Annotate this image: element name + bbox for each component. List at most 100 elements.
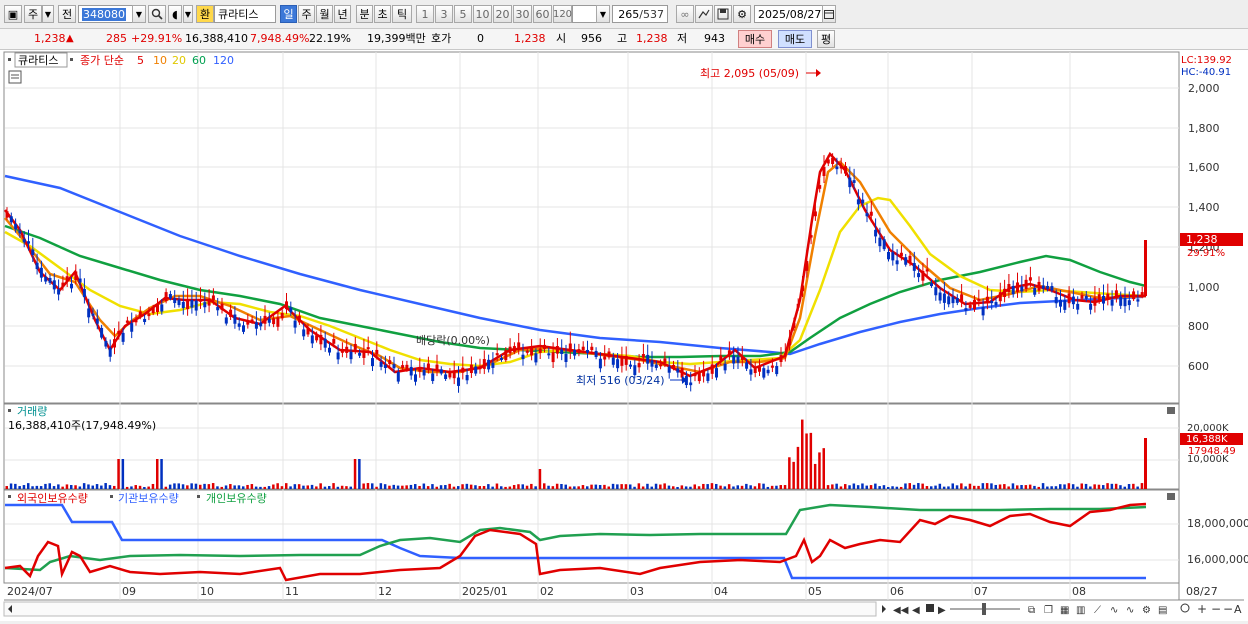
volume-bar	[1041, 483, 1045, 489]
trend-tool-icon[interactable]	[695, 5, 713, 23]
volume-bar	[641, 486, 645, 489]
volume-bar	[95, 484, 99, 489]
candle-body	[727, 350, 731, 355]
candle-body	[383, 364, 387, 369]
open-label: 시	[556, 32, 567, 45]
fx-button[interactable]: 환	[196, 5, 214, 23]
zoom-out-icon[interactable]: −	[1211, 602, 1221, 616]
candle-body	[624, 355, 628, 365]
sell-button[interactable]: 매도	[778, 30, 812, 48]
volume-bar	[525, 485, 529, 489]
zoom-in-icon[interactable]: +	[1197, 602, 1207, 616]
interval-1-label: 1	[421, 7, 429, 21]
interval-20[interactable]: 20	[493, 5, 512, 23]
speaker-dropdown-icon[interactable]: ▼	[183, 5, 193, 23]
play-icon[interactable]: ▶	[938, 605, 946, 616]
candle-body	[710, 364, 714, 374]
bar-chart-icon[interactable]: ▥	[1076, 605, 1085, 616]
volume-bar	[259, 486, 262, 489]
volume-bar	[809, 432, 813, 489]
candle-body	[783, 353, 787, 356]
print-icon[interactable]: ▤	[1158, 605, 1167, 616]
prev-button[interactable]: 전	[58, 5, 76, 23]
tab-year[interactable]: 년	[334, 5, 351, 23]
volume-bar	[242, 486, 245, 489]
interval-10[interactable]: 10	[473, 5, 492, 23]
wave-tool-icon[interactable]: ∿	[1110, 605, 1118, 616]
link-icon[interactable]: ∞	[676, 5, 694, 23]
interval-120[interactable]: 120	[553, 5, 572, 23]
candle-body	[732, 355, 736, 364]
volume-bar	[1106, 483, 1109, 489]
period-select[interactable]: 주	[24, 5, 42, 23]
legend-stock-name: 큐라티스	[18, 54, 58, 67]
tab-week[interactable]: 주	[298, 5, 315, 23]
settings-icon[interactable]: ⚙	[1142, 605, 1151, 616]
tab-minute[interactable]: 분	[356, 5, 373, 23]
rewind-icon[interactable]: ◀◀	[893, 605, 909, 616]
holdings-close-icon[interactable]	[1167, 493, 1175, 500]
candle-body	[977, 298, 981, 301]
date-input[interactable]: 2025/08/27	[754, 5, 824, 23]
line-tool-icon[interactable]: ⟋	[1094, 605, 1101, 616]
tab-day[interactable]: 일	[280, 5, 297, 23]
tab-tick[interactable]: 틱	[392, 5, 412, 23]
zoom-reduce-icon[interactable]: −	[1223, 602, 1233, 616]
volume-bar	[87, 484, 90, 489]
interval-3[interactable]: 3	[435, 5, 453, 23]
candle-body	[491, 362, 495, 368]
tab-month[interactable]: 월	[316, 5, 333, 23]
search-icon[interactable]	[148, 5, 166, 23]
volume-bar	[745, 483, 748, 489]
code-dropdown-icon[interactable]: ▼	[132, 5, 146, 23]
speaker-icon[interactable]: ◖	[168, 5, 182, 23]
candle-body	[766, 369, 770, 374]
scroll-track[interactable]	[3, 601, 877, 617]
candle-body	[57, 289, 61, 295]
scroll-right-icon[interactable]	[882, 605, 886, 613]
candle-body	[1007, 283, 1011, 293]
interval-30[interactable]: 30	[513, 5, 532, 23]
volume-close-icon[interactable]	[1167, 407, 1175, 414]
stop-icon[interactable]	[926, 604, 934, 612]
compare-icon[interactable]: ⧉	[1028, 605, 1035, 616]
price-tick: 1,400	[1188, 201, 1220, 214]
volume-bar	[1136, 486, 1139, 489]
interval-dropdown-icon[interactable]: ▼	[596, 5, 610, 23]
volume-bar	[633, 486, 636, 489]
volume-bar	[35, 485, 39, 489]
play-back-icon[interactable]: ◀	[912, 605, 920, 616]
legend-bullet-icon	[8, 58, 11, 61]
volume-bar	[100, 485, 103, 489]
interval-1[interactable]: 1	[416, 5, 434, 23]
copy-icon[interactable]: ❐	[1044, 605, 1053, 616]
data-table-icon[interactable]	[8, 70, 22, 84]
interval-5[interactable]: 5	[454, 5, 472, 23]
calendar-icon[interactable]	[822, 5, 836, 23]
buy-button[interactable]: 매수	[738, 30, 772, 48]
candle-body	[1080, 295, 1084, 299]
volume-bar	[1033, 485, 1036, 489]
tab-second[interactable]: 초	[374, 5, 391, 23]
wave-tool-2-icon[interactable]: ∿	[1126, 605, 1134, 616]
eval-button[interactable]: 평	[817, 30, 835, 48]
candle-body	[1020, 286, 1024, 292]
volume-bar	[801, 419, 804, 489]
layout-icon[interactable]: ▣	[4, 5, 22, 23]
candle-body	[237, 323, 241, 327]
save-icon[interactable]	[714, 5, 732, 23]
chevron-down-icon[interactable]: ▼	[42, 5, 54, 23]
interval-60[interactable]: 60	[533, 5, 552, 23]
volume-bar	[667, 485, 671, 489]
volume-bar	[512, 485, 516, 489]
volume-bar	[1028, 484, 1032, 489]
magnifier-icon[interactable]	[1180, 603, 1190, 613]
stock-name-field[interactable]: 큐라티스	[214, 5, 276, 23]
count-input[interactable]: 265/537	[612, 5, 668, 23]
candle-body	[1132, 291, 1136, 300]
layout-grid-icon[interactable]: ▦	[1060, 605, 1069, 616]
candle-body	[306, 327, 310, 335]
gear-icon[interactable]: ⚙	[733, 5, 751, 23]
font-size-icon[interactable]: A	[1234, 603, 1242, 616]
zoom-slider-handle[interactable]	[982, 603, 986, 615]
